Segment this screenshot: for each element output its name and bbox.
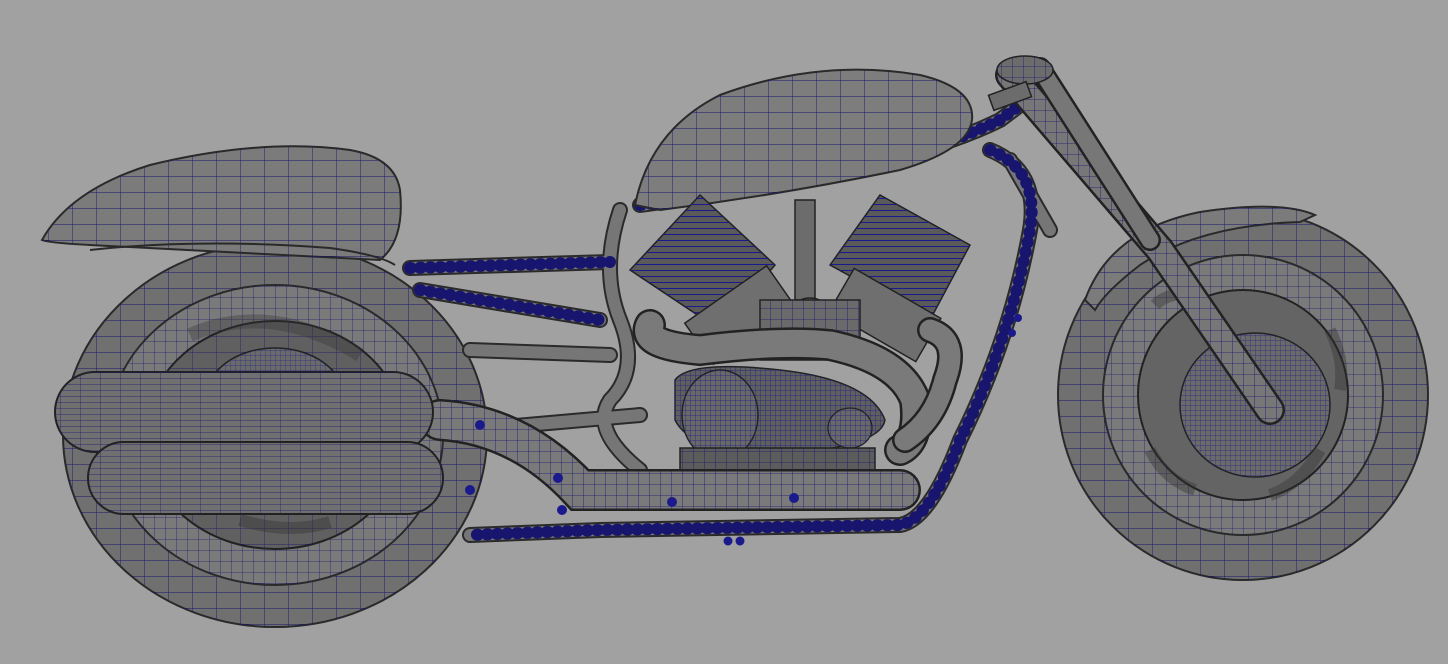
muffler-lower[interactable] xyxy=(87,441,444,515)
viewport-canvas[interactable] xyxy=(0,0,1448,664)
muffler-upper[interactable] xyxy=(54,371,434,453)
3d-viewport[interactable] xyxy=(0,0,1448,664)
